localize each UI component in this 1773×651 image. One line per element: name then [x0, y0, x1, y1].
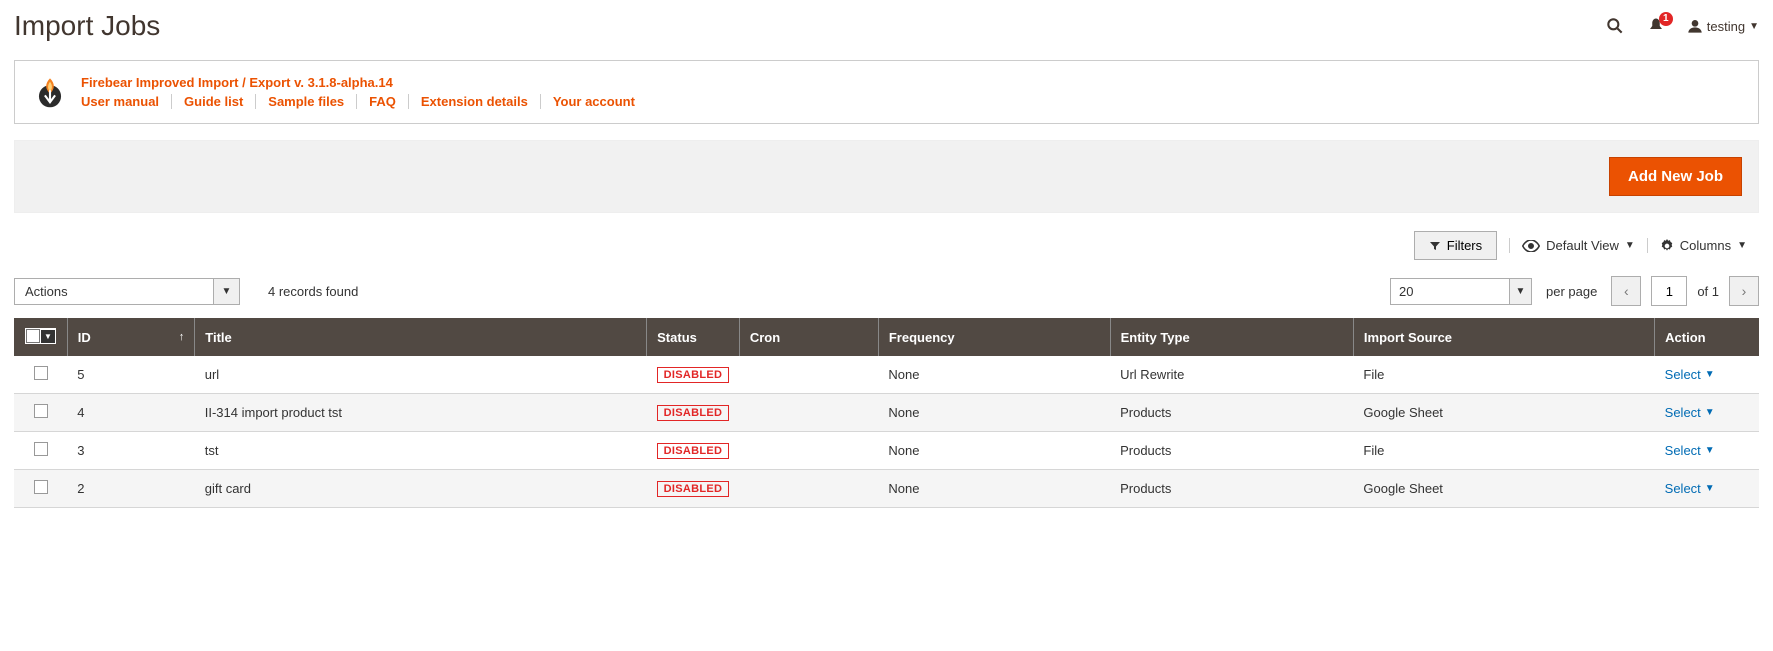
cell-entity: Products — [1110, 432, 1353, 470]
cell-title: II-314 import product tst — [195, 394, 647, 432]
sort-asc-icon: ↑ — [179, 331, 185, 343]
default-view-label: Default View — [1546, 238, 1619, 253]
table-row: 4II-314 import product tst DISABLED NonePr… — [14, 394, 1759, 432]
row-checkbox[interactable] — [34, 404, 48, 418]
page-total-label: of 1 — [1697, 284, 1719, 299]
caret-down-icon[interactable]: ▼ — [214, 278, 240, 305]
caret-down-icon: ▼ — [1749, 21, 1759, 32]
user-name: testing — [1707, 19, 1745, 34]
caret-down-icon: ▼ — [1705, 483, 1715, 494]
link-sample-files[interactable]: Sample files — [255, 94, 356, 109]
user-menu[interactable]: testing ▼ — [1687, 18, 1759, 34]
filters-label: Filters — [1447, 238, 1482, 253]
col-header-id[interactable]: ID↑ — [67, 318, 194, 356]
records-found: 4 records found — [268, 284, 358, 299]
cell-entity: Url Rewrite — [1110, 356, 1353, 394]
cell-cron — [739, 356, 878, 394]
link-extension-details[interactable]: Extension details — [408, 94, 540, 109]
info-panel: Firebear Improved Import / Export v. 3.1… — [14, 60, 1759, 124]
page-title: Import Jobs — [14, 10, 160, 42]
row-checkbox[interactable] — [34, 366, 48, 380]
status-badge: DISABLED — [657, 481, 730, 497]
col-header-cron[interactable]: Cron — [739, 318, 878, 356]
cell-source: Google Sheet — [1353, 470, 1654, 508]
table-row: 5url DISABLED NoneUrl RewriteFile Select ▼ — [14, 356, 1759, 394]
cell-frequency: None — [878, 394, 1110, 432]
cell-title: gift card — [195, 470, 647, 508]
page-number-input[interactable] — [1651, 276, 1687, 306]
mass-actions-label: Actions — [14, 278, 214, 305]
cell-frequency: None — [878, 432, 1110, 470]
notifications-icon[interactable]: 1 — [1647, 17, 1665, 35]
link-user-manual[interactable]: User manual — [81, 94, 171, 109]
cell-source: Google Sheet — [1353, 394, 1654, 432]
next-page-button[interactable]: › — [1729, 276, 1759, 306]
cell-cron — [739, 470, 878, 508]
cell-id: 4 — [67, 394, 194, 432]
row-action-select[interactable]: Select ▼ — [1665, 367, 1715, 382]
cell-title: tst — [195, 432, 647, 470]
cell-cron — [739, 394, 878, 432]
row-action-select[interactable]: Select ▼ — [1665, 443, 1715, 458]
cell-id: 2 — [67, 470, 194, 508]
per-page-label: per page — [1546, 284, 1597, 299]
caret-down-icon: ▼ — [1625, 240, 1635, 251]
cell-entity: Products — [1110, 394, 1353, 432]
cell-title: url — [195, 356, 647, 394]
columns-menu[interactable]: Columns ▼ — [1660, 238, 1747, 253]
cell-id: 5 — [67, 356, 194, 394]
col-header-frequency[interactable]: Frequency — [878, 318, 1110, 356]
mass-actions-select[interactable]: Actions ▼ — [14, 278, 240, 305]
caret-down-icon[interactable]: ▼ — [1510, 278, 1532, 305]
add-new-job-button[interactable]: Add New Job — [1609, 157, 1742, 196]
col-header-action: Action — [1655, 318, 1759, 356]
cell-frequency: None — [878, 356, 1110, 394]
caret-down-icon: ▼ — [1705, 369, 1715, 380]
table-row: 2gift card DISABLED NoneProductsGoogle She… — [14, 470, 1759, 508]
caret-down-icon: ▼ — [1705, 445, 1715, 456]
notifications-count: 1 — [1659, 12, 1673, 26]
status-badge: DISABLED — [657, 405, 730, 421]
page-size-select[interactable]: 20 ▼ — [1390, 278, 1532, 305]
row-checkbox[interactable] — [34, 442, 48, 456]
jobs-grid: ▼ ID↑ Title Status Cron Frequency Entity… — [14, 318, 1759, 508]
cell-entity: Products — [1110, 470, 1353, 508]
col-header-source[interactable]: Import Source — [1353, 318, 1654, 356]
page-size-value: 20 — [1390, 278, 1510, 305]
col-header-title[interactable]: Title — [195, 318, 647, 356]
extension-title: Firebear Improved Import / Export v. 3.1… — [81, 75, 647, 90]
link-your-account[interactable]: Your account — [540, 94, 647, 109]
col-header-status[interactable]: Status — [647, 318, 740, 356]
caret-down-icon: ▼ — [1737, 240, 1747, 251]
row-action-select[interactable]: Select ▼ — [1665, 405, 1715, 420]
col-header-select-all[interactable]: ▼ — [14, 318, 67, 356]
caret-down-icon: ▼ — [1705, 407, 1715, 418]
filters-button[interactable]: Filters — [1414, 231, 1497, 260]
status-badge: DISABLED — [657, 443, 730, 459]
row-checkbox[interactable] — [34, 480, 48, 494]
row-action-select[interactable]: Select ▼ — [1665, 481, 1715, 496]
link-faq[interactable]: FAQ — [356, 94, 408, 109]
table-row: 3tst DISABLED NoneProductsFile Select ▼ — [14, 432, 1759, 470]
cell-frequency: None — [878, 470, 1110, 508]
cell-cron — [739, 432, 878, 470]
columns-label: Columns — [1680, 238, 1731, 253]
search-icon[interactable] — [1605, 16, 1625, 36]
cell-id: 3 — [67, 432, 194, 470]
cell-source: File — [1353, 432, 1654, 470]
cell-source: File — [1353, 356, 1654, 394]
firebear-logo-icon — [33, 75, 67, 109]
col-header-entity[interactable]: Entity Type — [1110, 318, 1353, 356]
link-guide-list[interactable]: Guide list — [171, 94, 255, 109]
status-badge: DISABLED — [657, 367, 730, 383]
default-view-menu[interactable]: Default View ▼ — [1522, 238, 1635, 253]
prev-page-button[interactable]: ‹ — [1611, 276, 1641, 306]
info-links: User manual Guide list Sample files FAQ … — [81, 94, 647, 109]
